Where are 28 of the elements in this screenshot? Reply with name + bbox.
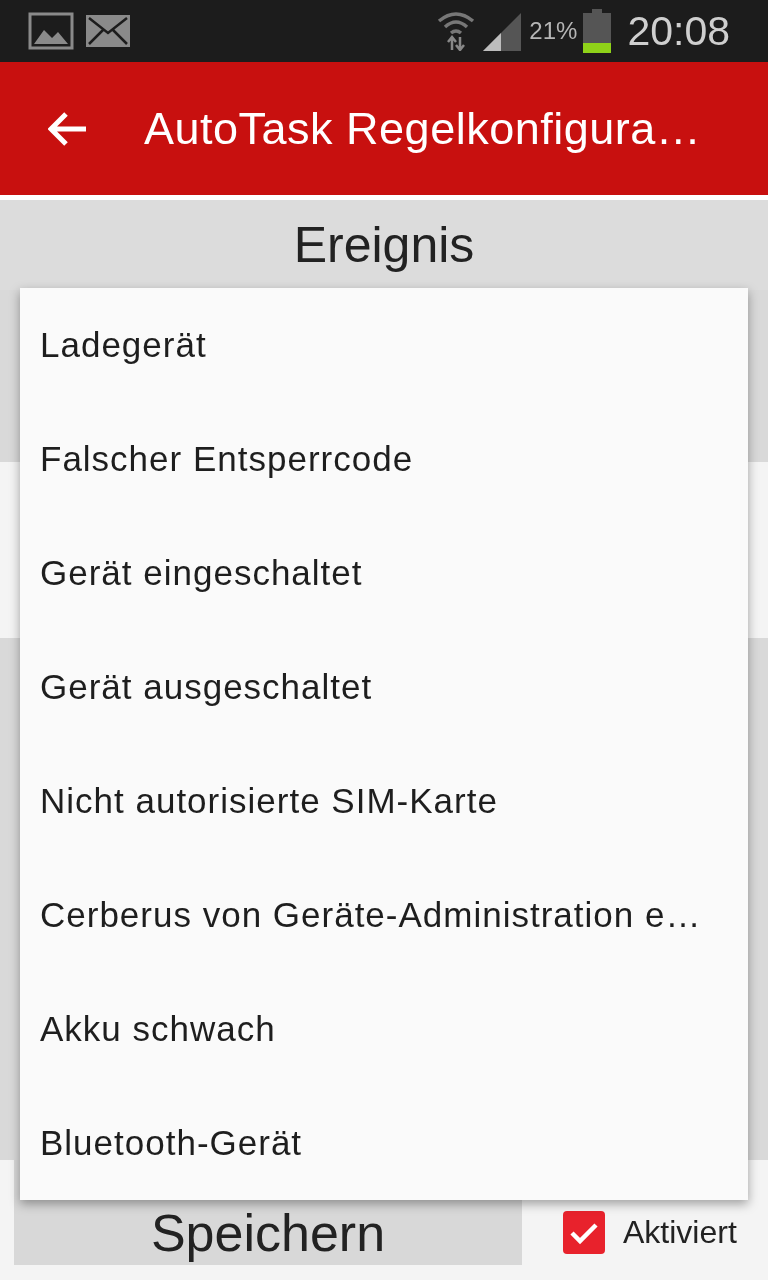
check-icon <box>569 1220 599 1245</box>
clock-time: 20:08 <box>627 7 730 55</box>
battery-percent: 21% <box>529 17 578 45</box>
enabled-checkbox[interactable] <box>563 1211 605 1254</box>
back-arrow-icon <box>48 110 88 147</box>
mail-icon <box>86 15 130 47</box>
battery-icon <box>583 9 612 53</box>
image-icon <box>28 12 74 50</box>
checkbox-label: Aktiviert <box>623 1214 737 1251</box>
menu-item[interactable]: Akku schwach <box>20 972 748 1086</box>
menu-item-label: Falscher Entsperrcode <box>40 439 414 479</box>
menu-item[interactable]: Ladegerät <box>20 288 748 402</box>
menu-item[interactable]: Gerät ausgeschaltet <box>20 630 748 744</box>
menu-item[interactable]: Falscher Entsperrcode <box>20 402 748 516</box>
menu-item-label: Akku schwach <box>40 1009 276 1049</box>
wifi-icon <box>437 11 476 51</box>
screen-title: AutoTask Regelkonfigura… <box>144 102 702 155</box>
signal-icon <box>481 11 522 51</box>
menu-item[interactable]: Cerberus von Geräte-Administration e… <box>20 858 748 972</box>
menu-item-label: Nicht autorisierte SIM-Karte <box>40 781 498 821</box>
menu-item-label: Cerberus von Geräte-Administration e… <box>40 895 702 935</box>
menu-item-label: Gerät eingeschaltet <box>40 553 363 593</box>
menu-item[interactable]: Gerät eingeschaltet <box>20 516 748 630</box>
menu-item-label: Gerät ausgeschaltet <box>40 667 373 707</box>
menu-item-label: Ladegerät <box>40 325 207 365</box>
menu-item[interactable]: Nicht autorisierte SIM-Karte <box>20 744 748 858</box>
section-title: Ereignis <box>293 216 475 274</box>
menu-item-label: Bluetooth-Gerät <box>40 1123 303 1163</box>
